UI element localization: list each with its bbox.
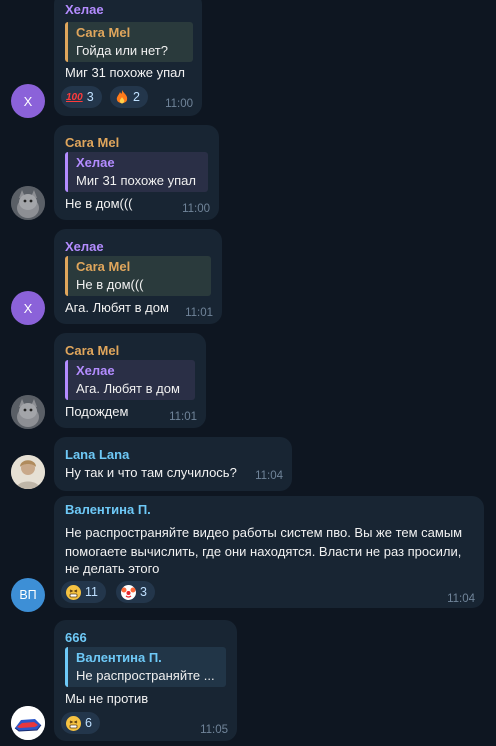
reply-quote[interactable]: Cara Mel Не в дом((( [65,256,211,296]
reaction-count: 11 [85,585,98,599]
reaction-chip[interactable]: 11 [61,581,106,603]
message-time: 11:01 [169,411,197,423]
avatar[interactable]: Х [11,291,45,325]
message-time: 11:05 [200,724,228,736]
message-text: Не в дом((( [65,196,133,211]
message-text: Мы не против [65,691,149,706]
reply-quote[interactable]: Хелае Ага. Любят в дом [65,360,195,400]
clown-emoji-icon [121,584,136,600]
reaction-count: 3 [86,90,94,104]
quote-text: Не распространяйте ... [76,668,215,683]
hundred-emoji-icon: 100 [66,91,83,103]
message-bubble[interactable]: Хелае Cara Mel Не в дом((( Ага. Любят в … [54,229,222,324]
message-bubble[interactable]: Валентина П. Не распространяйте видео ра… [54,496,484,608]
avatar[interactable]: Х [11,84,45,118]
quote-text: Не в дом((( [76,277,144,292]
reaction-chip[interactable]: 3 [116,581,155,603]
grin-emoji-icon [66,715,81,731]
message-sender[interactable]: Валентина П. [65,502,151,517]
reaction-count: 6 [85,716,92,730]
reaction-chip[interactable]: 2 [110,86,148,108]
quote-text: Миг 31 похоже упал [76,173,196,188]
avatar[interactable] [11,186,45,220]
cat-photo-icon [11,186,45,220]
quote-text: Гойда или нет? [76,43,168,58]
avatar-initials: ВП [19,588,37,602]
message-text: Не распространяйте видео работы систем п… [65,525,463,540]
message-sender[interactable]: Cara Mel [65,135,119,150]
flag-logo-icon [11,706,45,740]
avatar[interactable] [11,455,45,489]
fire-emoji-icon [116,90,128,104]
reaction-chip[interactable]: 100 3 [61,86,102,108]
message-text: не делать этого [65,561,160,576]
avatar[interactable]: ВП [11,578,45,612]
cat-photo-icon [11,395,45,429]
message-time: 11:04 [447,593,475,605]
person-photo-icon [11,455,45,489]
quote-sender: Cara Mel [76,259,131,274]
reaction-count: 2 [133,90,140,104]
message-bubble[interactable]: Хелае Cara Mel Гойда или нет? Миг 31 пох… [54,0,202,116]
message-sender[interactable]: Lana Lana [65,447,129,462]
message-time: 11:00 [165,98,193,110]
message-bubble[interactable]: Cara Mel Хелае Ага. Любят в дом Подождем… [54,333,206,428]
avatar[interactable] [11,395,45,429]
quote-sender: Cara Mel [76,25,131,40]
quote-sender: Хелае [76,363,115,378]
reaction-count: 3 [140,585,147,599]
avatar-initials: Х [23,93,33,109]
reply-quote[interactable]: Валентина П. Не распространяйте ... [65,647,226,687]
message-bubble[interactable]: Cara Mel Хелае Миг 31 похоже упал Не в д… [54,125,219,220]
message-sender[interactable]: Cara Mel [65,343,119,358]
reaction-chip[interactable]: 6 [61,712,100,734]
message-sender[interactable]: Хелае [65,2,104,17]
quote-sender: Хелае [76,155,115,170]
avatar-initials: Х [23,300,33,316]
message-time: 11:00 [182,203,210,215]
message-text: Ага. Любят в дом [65,300,169,315]
message-time: 11:01 [185,307,213,319]
message-text: Миг 31 похоже упал [65,65,185,80]
message-sender[interactable]: 666 [65,630,87,645]
reply-quote[interactable]: Cara Mel Гойда или нет? [65,22,193,62]
message-text: Ну так и что там случилось? [65,465,237,480]
message-bubble[interactable]: 666 Валентина П. Не распространяйте ... … [54,620,237,741]
quote-text: Ага. Любят в дом [76,381,180,396]
grin-emoji-icon [66,584,81,600]
reply-quote[interactable]: Хелае Миг 31 похоже упал [65,152,208,192]
message-text: Подождем [65,404,129,419]
message-time: 11:04 [255,470,283,482]
message-bubble[interactable]: Lana Lana Ну так и что там случилось? 11… [54,437,292,491]
message-sender[interactable]: Хелае [65,239,104,254]
avatar[interactable] [11,706,45,740]
quote-sender: Валентина П. [76,650,162,665]
